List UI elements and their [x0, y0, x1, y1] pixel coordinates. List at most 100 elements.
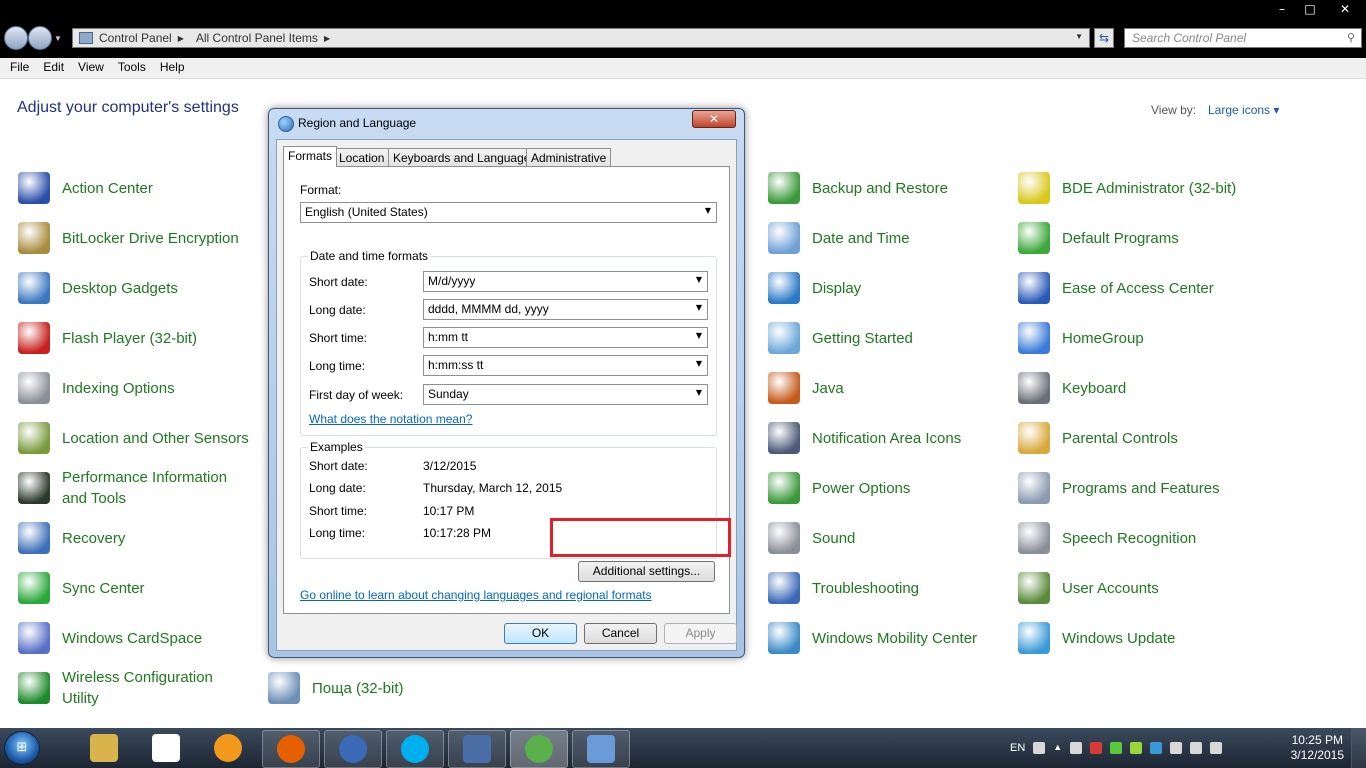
item-wireless-config[interactable]: Wireless Configuration Utility [18, 666, 250, 710]
menu-help[interactable]: Help [150, 58, 185, 78]
long-time-select[interactable]: h:mm:ss tt ▼ [423, 355, 708, 376]
item-parental-controls[interactable]: Parental Controls [1018, 416, 1278, 460]
item-flash-player[interactable]: Flash Player (32-bit) [18, 316, 250, 360]
item-location-sensors[interactable]: Location and Other Sensors [18, 416, 250, 460]
refresh-button[interactable]: ⇆ [1094, 28, 1114, 48]
item-ease-of-access[interactable]: Ease of Access Center [1018, 266, 1278, 310]
item-performance[interactable]: Performance Information and Tools [18, 466, 250, 510]
close-button[interactable]: ✕ [1324, 0, 1366, 18]
breadcrumb-control-panel[interactable]: Control Panel [99, 31, 172, 45]
cancel-button[interactable]: Cancel [584, 623, 657, 644]
item-bitlocker[interactable]: BitLocker Drive Encryption [18, 216, 250, 260]
default-programs-icon [1018, 222, 1050, 254]
show-hidden-icons-icon[interactable]: ▲ [1053, 742, 1062, 754]
mobility-icon [768, 622, 800, 654]
back-button[interactable] [4, 26, 28, 50]
tray-app-icon[interactable] [1110, 742, 1123, 754]
short-date-select[interactable]: M/d/yyyy ▼ [423, 271, 708, 292]
address-bar[interactable]: Control Panel ▶ All Control Panel Items … [72, 28, 1090, 48]
item-troubleshooting[interactable]: Troubleshooting [768, 566, 1008, 610]
item-programs-features[interactable]: Programs and Features [1018, 466, 1278, 510]
item-label: Location and Other Sensors [62, 429, 249, 447]
item-homegroup[interactable]: HomeGroup [1018, 316, 1278, 360]
item-user-accounts[interactable]: User Accounts [1018, 566, 1278, 610]
breadcrumb-arrow-icon[interactable]: ▶ [178, 34, 184, 43]
item-label: User Accounts [1062, 579, 1159, 597]
tray-app-icon[interactable] [1130, 742, 1143, 754]
item-java[interactable]: Java [768, 366, 1008, 410]
dialog-close-button[interactable]: ✕ [692, 110, 736, 128]
item-action-center[interactable]: Action Center [18, 166, 250, 210]
taskbar-orange-app[interactable] [200, 730, 256, 766]
item-power-options[interactable]: Power Options [768, 466, 1008, 510]
item-backup-restore[interactable]: Backup and Restore [768, 166, 1008, 210]
maximize-button[interactable]: □ [1296, 0, 1324, 18]
tray-app-icon[interactable] [1070, 742, 1083, 754]
item-windows-update[interactable]: Windows Update [1018, 616, 1278, 660]
menu-edit[interactable]: Edit [33, 58, 64, 78]
taskbar-control-panel[interactable] [572, 730, 630, 768]
apply-button[interactable]: Apply [664, 623, 737, 644]
view-by-dropdown[interactable]: Large icons ▾ [1208, 103, 1279, 117]
tab-keyboards-languages[interactable]: Keyboards and Languages [388, 148, 542, 166]
item-keyboard[interactable]: Keyboard [1018, 366, 1278, 410]
item-default-programs[interactable]: Default Programs [1018, 216, 1278, 260]
item-getting-started[interactable]: Getting Started [768, 316, 1008, 360]
item-display[interactable]: Display [768, 266, 1008, 310]
address-dropdown-icon[interactable]: ▼ [1075, 32, 1083, 41]
tab-location[interactable]: Location [334, 148, 390, 166]
ok-button[interactable]: OK [504, 623, 577, 644]
item-cardspace[interactable]: Windows CardSpace [18, 616, 250, 660]
additional-settings-button[interactable]: Additional settings... [578, 561, 715, 582]
forward-button[interactable] [28, 26, 52, 50]
tray-app-icon[interactable] [1150, 742, 1163, 754]
windows-update-icon [1018, 622, 1050, 654]
language-indicator[interactable]: EN [1010, 742, 1025, 754]
show-desktop-button[interactable] [1351, 728, 1366, 768]
item-mail[interactable]: Поща (32-bit) [268, 666, 508, 710]
item-indexing-options[interactable]: Indexing Options [18, 366, 250, 410]
taskbar-notepad[interactable] [138, 730, 194, 766]
taskbar-skype[interactable] [386, 730, 444, 768]
menu-file[interactable]: File [0, 58, 29, 78]
tab-administrative[interactable]: Administrative [526, 148, 612, 166]
network-icon[interactable] [1190, 742, 1203, 754]
recent-pages-chevron-icon[interactable]: ▼ [54, 34, 62, 43]
taskbar-region-language[interactable] [510, 730, 568, 768]
breadcrumb-arrow-icon[interactable]: ▶ [324, 34, 330, 43]
minimize-button[interactable]: – [1268, 0, 1296, 18]
item-recovery[interactable]: Recovery [18, 516, 250, 560]
start-button[interactable]: ⊞ [4, 731, 40, 765]
item-sound[interactable]: Sound [768, 516, 1008, 560]
volume-icon[interactable] [1210, 742, 1223, 754]
menu-tools[interactable]: Tools [108, 58, 146, 78]
taskbar-firefox[interactable] [262, 730, 320, 768]
item-notification-area[interactable]: Notification Area Icons [768, 416, 1008, 460]
long-date-label: Long date: [309, 303, 366, 317]
long-date-select[interactable]: dddd, MMMM dd, yyyy ▼ [423, 299, 708, 320]
tab-formats[interactable]: Formats [283, 146, 338, 167]
breadcrumb-all-items[interactable]: All Control Panel Items [196, 31, 318, 45]
item-speech-recognition[interactable]: Speech Recognition [1018, 516, 1278, 560]
taskbar-thunderbird[interactable] [324, 730, 382, 768]
online-languages-link[interactable]: Go online to learn about changing langua… [300, 588, 652, 602]
item-mobility-center[interactable]: Windows Mobility Center [768, 616, 1008, 660]
short-time-select[interactable]: h:mm tt ▼ [423, 327, 708, 348]
item-label: Date and Time [812, 229, 910, 247]
item-bde-admin[interactable]: BDE Administrator (32-bit) [1018, 166, 1278, 210]
format-select[interactable]: English (United States) ▼ [300, 202, 717, 223]
menu-view[interactable]: View [68, 58, 104, 78]
item-date-time[interactable]: Date and Time [768, 216, 1008, 260]
item-desktop-gadgets[interactable]: Desktop Gadgets [18, 266, 250, 310]
search-icon[interactable]: ⚲ [1347, 31, 1355, 44]
taskbar-explorer[interactable] [76, 730, 132, 766]
action-center-icon[interactable] [1170, 742, 1183, 754]
notation-help-link[interactable]: What does the notation mean? [309, 412, 472, 426]
taskbar-remote-desktop[interactable] [448, 730, 506, 768]
tray-app-icon[interactable] [1090, 742, 1103, 754]
keyboard-icon[interactable] [1033, 742, 1046, 754]
first-day-select[interactable]: Sunday ▼ [423, 384, 708, 405]
clock[interactable]: 10:25 PM 3/12/2015 [1291, 733, 1344, 763]
search-input[interactable]: Search Control Panel ⚲ [1124, 28, 1362, 48]
item-sync-center[interactable]: Sync Center [18, 566, 250, 610]
